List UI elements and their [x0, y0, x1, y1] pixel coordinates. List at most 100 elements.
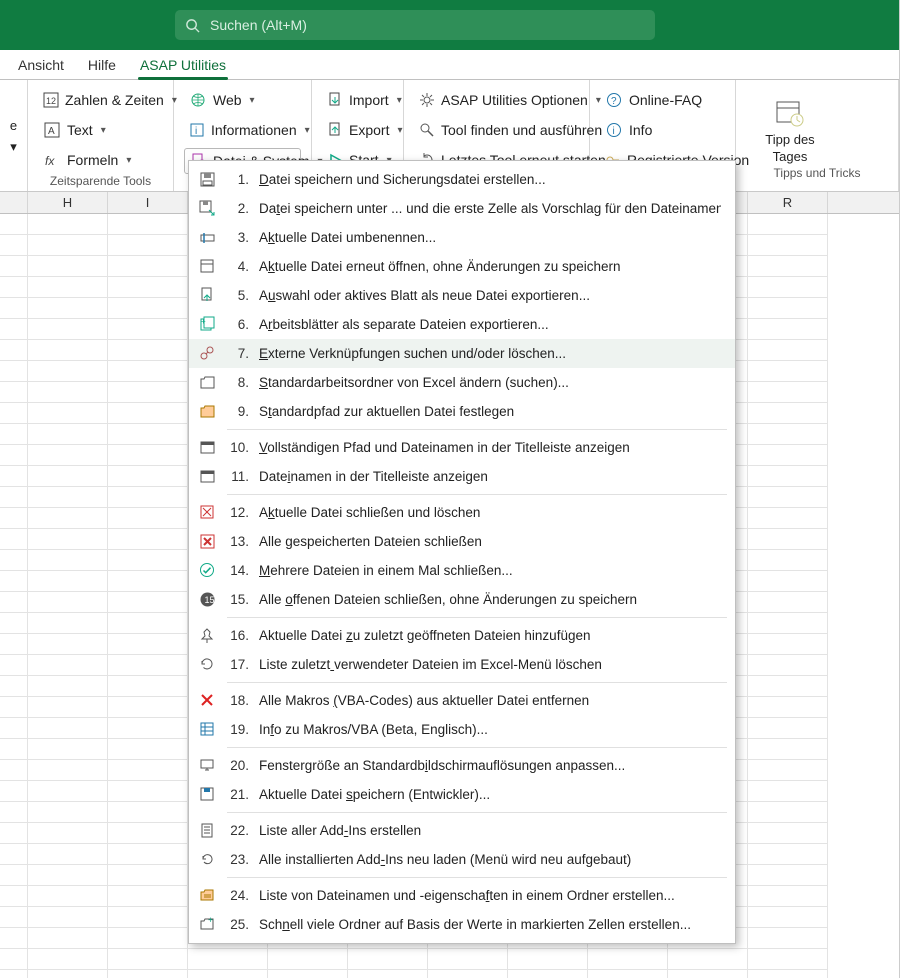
cmd-online-faq[interactable]: ? Online-FAQ [600, 88, 725, 112]
menu-item-label: Aktuelle Datei speichern (Entwickler)... [259, 787, 721, 802]
column-header[interactable]: I [108, 192, 188, 213]
menu-item[interactable]: 3.Aktuelle Datei umbenennen... [189, 223, 735, 252]
menu-item-number: 21. [227, 787, 249, 802]
menu-item-icon: 15 [197, 590, 217, 610]
cmd-info[interactable]: i Info [600, 118, 725, 142]
grid-row[interactable] [0, 970, 899, 978]
column-header[interactable]: H [28, 192, 108, 213]
ribbon-overflow-left[interactable]: e▾ [0, 80, 28, 191]
cmd-find-tool[interactable]: Tool finden und ausführen [414, 118, 579, 142]
cmd-import[interactable]: Import▾ [322, 88, 393, 112]
menu-item-icon [197, 720, 217, 740]
svg-text:i: i [613, 126, 615, 137]
menu-separator [227, 747, 727, 748]
ribbon-group-tips: Tipp des Tages Tipps und Tricks [736, 80, 899, 191]
menu-item-icon [197, 467, 217, 487]
menu-item[interactable]: 19.Info zu Makros/VBA (Beta, Englisch)..… [189, 715, 735, 744]
menu-item-icon [197, 286, 217, 306]
menu-item[interactable]: 17.Liste zuletzt verwendeter Dateien im … [189, 650, 735, 679]
menu-item-number: 24. [227, 888, 249, 903]
menu-item-icon [197, 756, 217, 776]
search-placeholder: Suchen (Alt+M) [210, 17, 307, 33]
cmd-information[interactable]: i Informationen▾ [184, 118, 301, 142]
menu-item-icon: + [197, 915, 217, 935]
menu-item-icon [197, 170, 217, 190]
column-header[interactable]: R [748, 192, 828, 213]
menu-item-label: Standardarbeitsordner von Excel ändern (… [259, 375, 721, 390]
web-icon [189, 91, 207, 109]
cmd-tip-of-day[interactable]: Tipp des Tages [746, 86, 834, 164]
menu-separator [227, 812, 727, 813]
menu-item-number: 6. [227, 317, 249, 332]
menu-item[interactable]: 11.Dateinamen in der Titelleiste anzeige… [189, 462, 735, 491]
menu-item[interactable]: +25. Schnell viele Ordner auf Basis der W… [189, 910, 735, 939]
menu-item-number: 25. [227, 917, 249, 932]
menu-item[interactable]: 20. Fenstergröße an Standardbildschirmauf… [189, 751, 735, 780]
menu-item[interactable]: 14.Mehrere Dateien in einem Mal schließe… [189, 556, 735, 585]
menu-item-number: 11. [227, 469, 249, 484]
menu-item-number: 17. [227, 657, 249, 672]
menu-item-label: Schnell viele Ordner auf Basis der Werte… [259, 917, 721, 932]
menu-item[interactable]: 12. Aktuelle Datei schließen und löschen [189, 498, 735, 527]
cmd-formulas[interactable]: fx Formeln▾ [38, 148, 163, 172]
menu-item-number: 12. [227, 505, 249, 520]
menu-item[interactable]: 7.Externe Verknüpfungen suchen und/oder … [189, 339, 735, 368]
menu-item-label: Aktuelle Datei erneut öffnen, ohne Änder… [259, 259, 721, 274]
menu-item-number: 22. [227, 823, 249, 838]
menu-item[interactable]: 10.Vollständigen Pfad und Dateinamen in … [189, 433, 735, 462]
menu-item[interactable]: 24.Liste von Dateinamen und -eigenschaft… [189, 881, 735, 910]
menu-item[interactable]: 4.Aktuelle Datei erneut öffnen, ohne Änd… [189, 252, 735, 281]
svg-text:fx: fx [45, 154, 55, 168]
menu-item-icon [197, 821, 217, 841]
cmd-text[interactable]: A Text▾ [38, 118, 163, 142]
menu-item[interactable]: 9.Standardpfad zur aktuellen Datei festl… [189, 397, 735, 426]
svg-text:12: 12 [46, 96, 56, 106]
menu-item[interactable]: 8.Standardarbeitsordner von Excel ändern… [189, 368, 735, 397]
menu-item[interactable]: 18.Alle Makros (VBA-Codes) aus aktueller… [189, 686, 735, 715]
menu-item-label: Aktuelle Datei schließen und löschen [259, 505, 721, 520]
menu-item-number: 9. [227, 404, 249, 419]
help-icon: ? [605, 91, 623, 109]
menu-item[interactable]: 2.Datei speichern unter ... und die erst… [189, 194, 735, 223]
tab-asap-utilities[interactable]: ASAP Utilities [128, 51, 238, 79]
search-box[interactable]: Suchen (Alt+M) [175, 10, 655, 40]
search-icon [185, 18, 200, 33]
info-circle-icon: i [605, 121, 623, 139]
menu-item-icon [197, 850, 217, 870]
menu-item-number: 13. [227, 534, 249, 549]
tab-view[interactable]: Ansicht [6, 51, 76, 79]
menu-item[interactable]: +6.Arbeitsblätter als separate Dateien e… [189, 310, 735, 339]
grid-row[interactable] [0, 949, 899, 970]
menu-item[interactable]: 23.Alle installierten Add-Ins neu laden … [189, 845, 735, 874]
cmd-export[interactable]: Export▾ [322, 118, 393, 142]
menu-item-label: Fenstergröße an Standardbildschirmauflös… [259, 758, 721, 773]
column-header[interactable] [0, 192, 28, 213]
cmd-numbers-times[interactable]: 12 Zahlen & Zeiten▾ [38, 88, 163, 112]
menu-item[interactable]: 21. Aktuelle Datei speichern (Entwickler)… [189, 780, 735, 809]
menu-item-number: 18. [227, 693, 249, 708]
menu-item[interactable]: 16.Aktuelle Datei zu zuletzt geöffneten … [189, 621, 735, 650]
menu-item[interactable]: 13.Alle gespeicherten Dateien schließen [189, 527, 735, 556]
tab-help[interactable]: Hilfe [76, 51, 128, 79]
menu-item[interactable]: 22.Liste aller Add-Ins erstellen [189, 816, 735, 845]
menu-item[interactable]: 1515.Alle offenen Dateien schließen, ohn… [189, 585, 735, 614]
menu-item-icon [197, 199, 217, 219]
menu-item[interactable]: 1.Datei speichern und Sicherungsdatei er… [189, 165, 735, 194]
menu-item-icon [197, 691, 217, 711]
menu-item-label: Mehrere Dateien in einem Mal schließen..… [259, 563, 721, 578]
svg-text:+: + [208, 916, 213, 925]
svg-text:?: ? [611, 96, 617, 107]
menu-item[interactable]: 5.Auswahl oder aktives Blatt als neue Da… [189, 281, 735, 310]
menu-item-icon [197, 402, 217, 422]
cmd-web[interactable]: Web▾ [184, 88, 301, 112]
menu-item-number: 19. [227, 722, 249, 737]
menu-item-number: 20. [227, 758, 249, 773]
cmd-asap-options[interactable]: ASAP Utilities Optionen▾ [414, 88, 579, 112]
export-icon [327, 121, 343, 139]
menu-item-label: Alle offenen Dateien schließen, ohne Änd… [259, 592, 721, 607]
menu-separator [227, 682, 727, 683]
menu-item-icon [197, 257, 217, 277]
svg-text:+: + [201, 317, 206, 326]
file-system-menu: 1.Datei speichern und Sicherungsdatei er… [188, 160, 736, 944]
menu-item-label: Aktuelle Datei zu zuletzt geöffneten Dat… [259, 628, 721, 643]
